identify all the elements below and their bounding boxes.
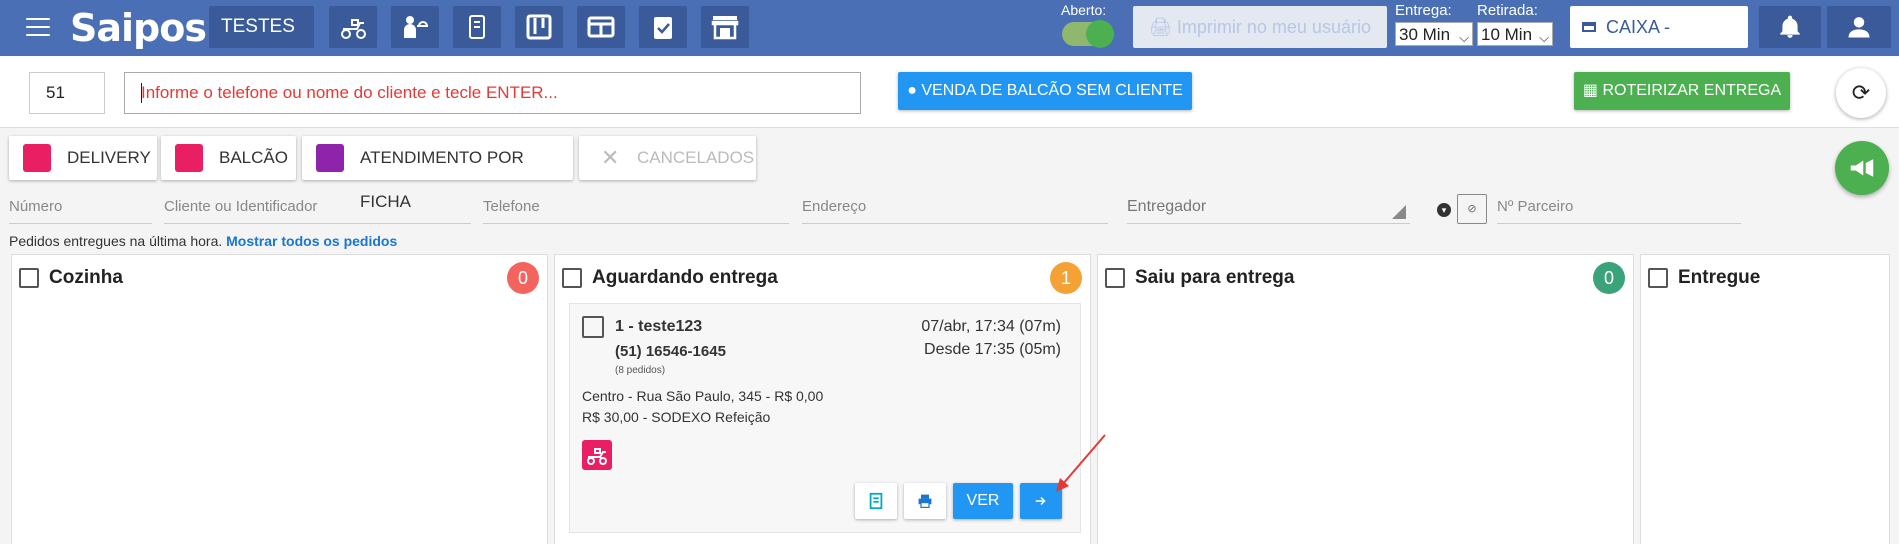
order-title: 1 - teste123 xyxy=(615,318,703,335)
caixa-button[interactable]: CAIXA - CARLOS xyxy=(1570,6,1748,79)
info-line: Pedidos entregues na última hora. Mostra… xyxy=(9,233,398,249)
customer-search-input[interactable]: Informe o telefone ou nome do cliente e … xyxy=(124,72,861,114)
annotation-arrow xyxy=(1056,434,1106,492)
delivery-icon[interactable] xyxy=(329,6,377,48)
roteirizar-button[interactable]: ▦ ROTEIRIZAR ENTREGA xyxy=(1574,72,1790,110)
ficha-icon xyxy=(316,144,344,172)
column-cozinha: Cozinha 0 xyxy=(11,254,548,544)
layout-icon[interactable] xyxy=(577,6,625,48)
entrega-select[interactable]: 30 Min ⌵ xyxy=(1395,22,1473,46)
aberto-toggle[interactable] xyxy=(1062,20,1114,48)
bell-icon[interactable] xyxy=(1759,6,1821,48)
count-badge: 1 xyxy=(1050,262,1082,294)
menu-icon[interactable] xyxy=(26,18,50,36)
chip-ficha[interactable]: ATENDIMENTO POR FICHA xyxy=(302,136,573,211)
receipt-icon[interactable] xyxy=(855,483,897,519)
print-button[interactable]: 🖨︎ Imprimir no meu usuário xyxy=(1133,6,1387,48)
map-icon: ▦ xyxy=(1582,82,1598,99)
order-address: Centro - Rua São Paulo, 345 - R$ 0,00 xyxy=(582,388,824,404)
endereco-field[interactable]: Endereço xyxy=(802,194,1108,224)
chevron-down-icon: ⌵ xyxy=(1539,30,1549,45)
numero-field[interactable]: Número xyxy=(9,194,152,224)
checklist-icon[interactable] xyxy=(639,6,687,48)
close-icon: ✕ xyxy=(601,145,620,170)
delivery-icon xyxy=(23,144,51,172)
chip-cancelados[interactable]: ✕ CANCELADOS xyxy=(579,136,756,180)
entregador-select[interactable]: Entregador xyxy=(1127,194,1410,224)
waiter-icon[interactable] xyxy=(391,6,439,48)
telefone-field[interactable]: Telefone xyxy=(483,194,789,224)
venda-balcao-button[interactable]: ● VENDA DE BALCÃO SEM CLIENTE xyxy=(898,72,1192,110)
search-row: 51 Informe o telefone ou nome do cliente… xyxy=(0,56,1899,128)
parceiro-field[interactable]: Nº Parceiro xyxy=(1497,194,1741,224)
column-title: Saiu para entrega xyxy=(1135,267,1295,288)
printer-icon[interactable] xyxy=(904,483,946,519)
column-title: Cozinha xyxy=(49,267,123,288)
balcao-icon xyxy=(175,144,203,172)
order-count: (8 pedidos) xyxy=(615,365,666,376)
column-title: Entregue xyxy=(1678,267,1761,288)
count-badge: 0 xyxy=(507,262,539,294)
refresh-icon[interactable]: ⟳ xyxy=(1836,68,1886,118)
show-all-link[interactable]: Mostrar todos os pedidos xyxy=(226,233,397,249)
ddd-input[interactable]: 51 xyxy=(29,72,105,114)
dropdown-icon xyxy=(1392,205,1406,219)
column-checkbox[interactable] xyxy=(1648,268,1668,288)
chevron-down-icon: ⌵ xyxy=(1459,30,1469,45)
column-saiu: Saiu para entrega 0 xyxy=(1097,254,1634,544)
aberto-label: Aberto: xyxy=(1061,2,1107,18)
chevron-down-icon[interactable]: ▾ xyxy=(1437,203,1451,217)
entrega-label: Entrega: xyxy=(1395,2,1452,19)
column-checkbox[interactable] xyxy=(1105,268,1125,288)
retirada-select[interactable]: 10 Min ⌵ xyxy=(1477,22,1553,46)
column-title: Aguardando entrega xyxy=(592,267,778,288)
cliente-field[interactable]: Cliente ou Identificador xyxy=(164,194,471,224)
ficha-icon[interactable] xyxy=(453,6,501,48)
top-bar: Saipos TESTES ... Aberto: 🖨︎ Imprimir no… xyxy=(0,0,1899,79)
order-since: Desde 17:35 (05m) xyxy=(924,341,1061,358)
delivery-icon xyxy=(582,440,612,470)
order-card[interactable]: 1 - teste123 (51) 16546-1645 (8 pedidos)… xyxy=(569,303,1081,533)
store-icon[interactable] xyxy=(701,6,749,48)
retirada-label: Retirada: xyxy=(1477,2,1538,19)
order-phone: (51) 16546-1645 xyxy=(615,343,726,360)
card-icon xyxy=(1582,22,1596,32)
chip-delivery[interactable]: DELIVERY xyxy=(9,136,157,180)
column-checkbox[interactable] xyxy=(19,268,39,288)
kanban-icon[interactable] xyxy=(515,6,563,48)
store-selector[interactable]: TESTES ... xyxy=(209,6,314,79)
person-icon: ● xyxy=(907,82,917,99)
user-icon[interactable] xyxy=(1827,6,1891,48)
order-time: 07/abr, 17:34 (07m) xyxy=(921,318,1061,335)
order-payment: R$ 30,00 - SODEXO Refeição xyxy=(582,409,771,425)
ver-button[interactable]: VER xyxy=(953,483,1013,519)
order-checkbox[interactable] xyxy=(582,316,604,338)
chip-balcao[interactable]: BALCÃO xyxy=(161,136,296,180)
column-entregue: Entregue xyxy=(1640,254,1890,544)
count-badge: 0 xyxy=(1593,262,1625,294)
column-checkbox[interactable] xyxy=(562,268,582,288)
partner-icon[interactable]: ⊘ xyxy=(1457,194,1487,224)
printer-icon: 🖨︎ xyxy=(1149,17,1172,37)
logo: Saipos xyxy=(70,6,207,50)
megaphone-icon[interactable] xyxy=(1835,141,1889,195)
